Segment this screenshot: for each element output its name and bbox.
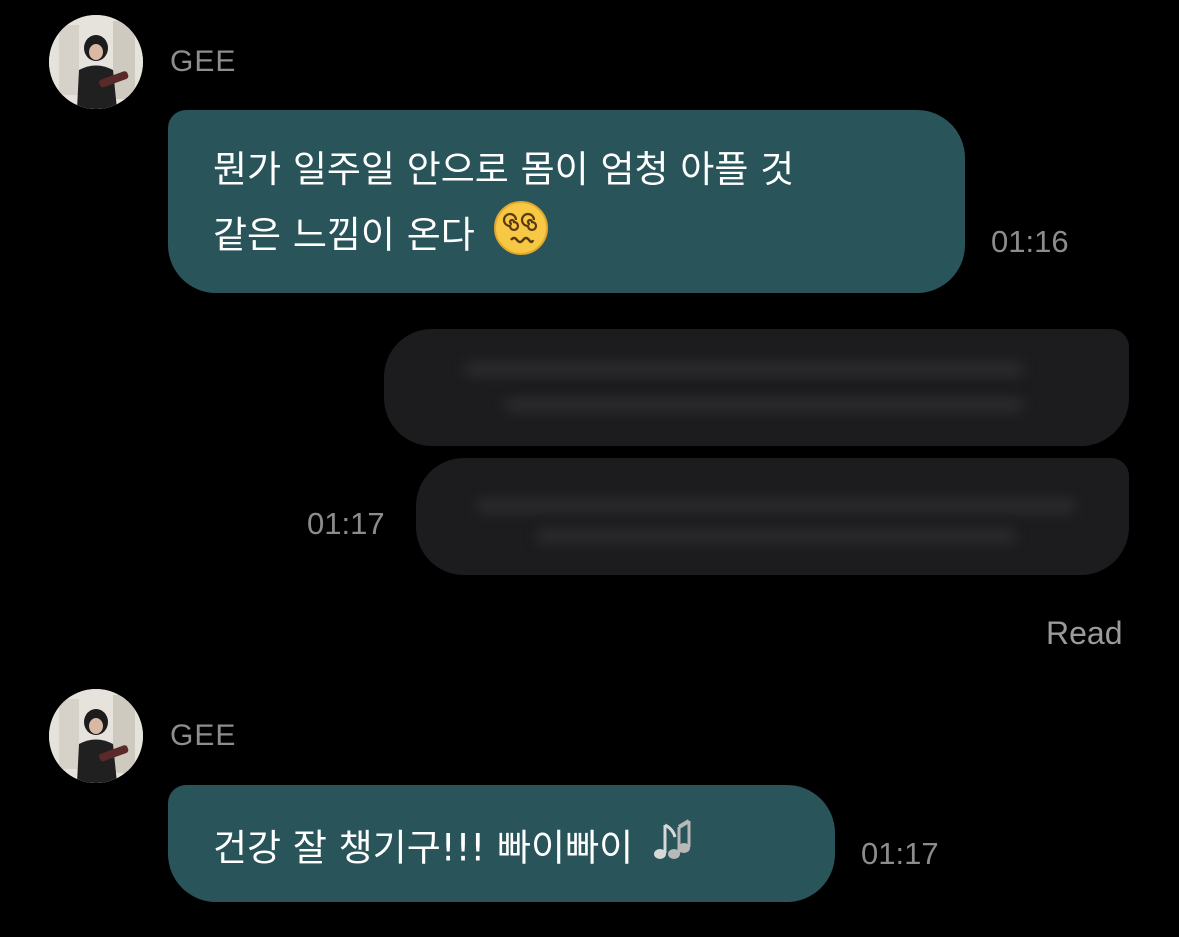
message-bubble-outgoing[interactable] [384,329,1129,446]
obscured-text [536,528,1016,544]
dizzy-face-icon [493,200,549,274]
message-text: 뭔가 일주일 안으로 몸이 엄청 아플 것 [213,148,795,191]
musical-notes-icon [651,813,707,887]
sender-name: GEE [170,45,237,78]
avatar[interactable] [49,15,143,109]
obscured-text [464,361,1024,377]
read-receipt: Read [1046,615,1123,651]
message-bubble-incoming[interactable]: 건강 잘 챙기구!!! 빠이빠이 [168,785,835,902]
message-timestamp: 01:17 [307,506,385,541]
message-bubble-outgoing[interactable] [416,458,1129,575]
message-text: 건강 잘 챙기구!!! 빠이빠이 [213,826,634,870]
sender-name: GEE [170,719,237,752]
message-text: 같은 느낌이 온다 [213,213,475,257]
message-timestamp: 01:16 [991,224,1069,259]
obscured-text [504,397,1024,413]
message-timestamp: 01:17 [861,836,939,871]
message-bubble-incoming[interactable]: 뭔가 일주일 안으로 몸이 엄청 아플 것 같은 느낌이 온다 [168,110,965,293]
obscured-text [476,498,1076,514]
avatar[interactable] [49,689,143,783]
